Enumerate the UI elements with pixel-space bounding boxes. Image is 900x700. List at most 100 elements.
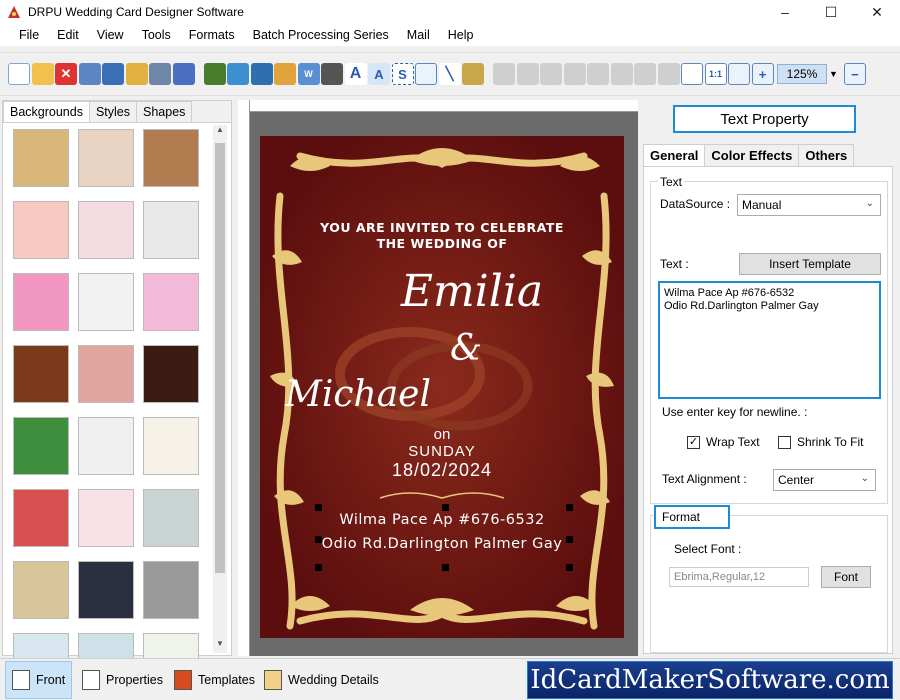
tab-shapes[interactable]: Shapes [136, 101, 193, 122]
tab-front[interactable]: Front [5, 661, 73, 699]
background-thumbnail[interactable] [143, 273, 199, 331]
scroll-down-icon[interactable]: ▼ [213, 639, 227, 653]
font-field[interactable]: Ebrima,Regular,12 [669, 567, 809, 587]
background-thumbnail[interactable] [13, 273, 69, 331]
background-thumbnail[interactable] [143, 417, 199, 475]
print-preview-icon[interactable] [172, 63, 195, 85]
background-thumbnail[interactable] [13, 561, 69, 619]
address-line-1[interactable]: Wilma Pace Ap #676-6532 [260, 512, 624, 528]
barcode-icon[interactable] [321, 63, 343, 85]
open-icon[interactable] [31, 63, 54, 85]
delete-icon[interactable] [610, 63, 633, 85]
cut-icon[interactable] [540, 63, 562, 85]
insert-template-button[interactable]: Insert Template [739, 253, 881, 275]
selection-handle[interactable] [442, 504, 449, 511]
watermark-icon[interactable]: W [297, 63, 320, 85]
send-back-icon[interactable] [657, 63, 680, 85]
scroll-up-icon[interactable]: ▲ [213, 125, 227, 139]
scroll-thumb[interactable] [215, 143, 225, 573]
background-thumbnail[interactable] [78, 273, 134, 331]
export-icon[interactable] [125, 63, 148, 85]
tab-others[interactable]: Others [798, 144, 855, 166]
line-tool-icon[interactable] [203, 63, 226, 85]
wedding-card[interactable]: YOU ARE INVITED TO CELEBRATE THE WEDDING… [260, 136, 624, 638]
background-thumbnail[interactable] [143, 489, 199, 547]
selection-handle[interactable] [315, 504, 322, 511]
grid-icon[interactable] [681, 63, 703, 85]
alignment-select[interactable]: Center ⌄ [773, 469, 876, 491]
symbol-icon[interactable]: S [391, 63, 414, 85]
day-text[interactable]: SUNDAY [260, 443, 624, 460]
close-doc-icon[interactable]: ✕ [55, 63, 77, 85]
bring-front-icon[interactable] [634, 63, 656, 85]
background-thumbnail[interactable] [13, 129, 69, 187]
text-box-icon[interactable]: A [368, 63, 390, 85]
groom-name[interactable]: Michael [260, 374, 540, 415]
selection-handle[interactable] [315, 536, 322, 543]
minimize-button[interactable]: – [762, 0, 808, 24]
background-thumbnail[interactable] [143, 561, 199, 619]
pen-icon[interactable] [250, 63, 273, 85]
print-icon[interactable] [149, 63, 171, 85]
menu-file[interactable]: File [19, 28, 39, 42]
datasource-select[interactable]: Manual ⌄ [737, 194, 881, 216]
background-thumbnail[interactable] [143, 129, 199, 187]
zoom-in-icon[interactable]: + [751, 63, 774, 85]
tab-color-effects[interactable]: Color Effects [704, 144, 800, 166]
background-thumbnail[interactable] [13, 417, 69, 475]
new-icon[interactable] [8, 63, 30, 85]
menu-mail[interactable]: Mail [407, 28, 430, 42]
menu-help[interactable]: Help [448, 28, 474, 42]
fit-window-icon[interactable] [728, 63, 750, 85]
tab-properties[interactable]: Properties [76, 661, 169, 699]
tab-templates[interactable]: Templates [168, 661, 261, 699]
actual-size-icon[interactable]: 1:1 [704, 63, 727, 85]
image-tool-icon[interactable] [227, 63, 249, 85]
font-button[interactable]: Font [821, 566, 871, 588]
bride-name[interactable]: Emilia [290, 266, 624, 317]
tab-general[interactable]: General [643, 144, 706, 166]
scrollbar[interactable]: ▲ ▼ [213, 125, 227, 653]
selection-handle[interactable] [315, 564, 322, 571]
shrink-to-fit-checkbox[interactable]: Shrink To Fit [778, 435, 863, 449]
design-canvas[interactable]: YOU ARE INVITED TO CELEBRATE THE WEDDING… [238, 100, 638, 656]
menu-batch-processing[interactable]: Batch Processing Series [253, 28, 389, 42]
background-thumbnail[interactable] [78, 561, 134, 619]
mail-icon[interactable] [415, 63, 437, 85]
chevron-down-icon[interactable]: ▼ [829, 69, 838, 79]
menu-formats[interactable]: Formats [189, 28, 235, 42]
background-thumbnail[interactable] [78, 489, 134, 547]
selection-handle[interactable] [566, 564, 573, 571]
zoom-level[interactable]: 125% [777, 64, 827, 84]
paste-icon[interactable] [587, 63, 609, 85]
selection-handle[interactable] [566, 536, 573, 543]
wrap-text-checkbox[interactable]: ✓ Wrap Text [687, 435, 760, 449]
redo-icon[interactable] [516, 63, 539, 85]
selection-handle[interactable] [566, 504, 573, 511]
background-thumbnail[interactable] [13, 345, 69, 403]
undo-icon[interactable] [493, 63, 515, 85]
background-thumbnail[interactable] [78, 417, 134, 475]
selection-handle[interactable] [442, 564, 449, 571]
zoom-out-icon[interactable]: − [843, 63, 866, 85]
tab-backgrounds[interactable]: Backgrounds [3, 101, 90, 122]
line-icon[interactable]: ╲ [438, 63, 461, 85]
background-thumbnail[interactable] [13, 201, 69, 259]
text-icon[interactable]: A [344, 63, 367, 85]
tab-wedding-details[interactable]: Wedding Details [258, 661, 385, 699]
invite-text[interactable]: YOU ARE INVITED TO CELEBRATE THE WEDDING… [260, 220, 624, 252]
date-text[interactable]: 18/02/2024 [260, 460, 624, 481]
background-thumbnail[interactable] [143, 201, 199, 259]
close-button[interactable]: ✕ [854, 0, 900, 24]
background-thumbnail[interactable] [78, 345, 134, 403]
save-as-icon[interactable] [102, 63, 124, 85]
on-text[interactable]: on [260, 426, 624, 443]
maximize-button[interactable]: ☐ [808, 0, 854, 24]
background-thumbnail[interactable] [143, 345, 199, 403]
ampersand[interactable]: & [284, 328, 624, 369]
background-thumbnail[interactable] [78, 201, 134, 259]
menu-tools[interactable]: Tools [142, 28, 171, 42]
menu-view[interactable]: View [97, 28, 124, 42]
text-value-field[interactable]: Wilma Pace Ap #676-6532 Odio Rd.Darlingt… [658, 281, 881, 399]
database-icon[interactable] [462, 63, 484, 85]
